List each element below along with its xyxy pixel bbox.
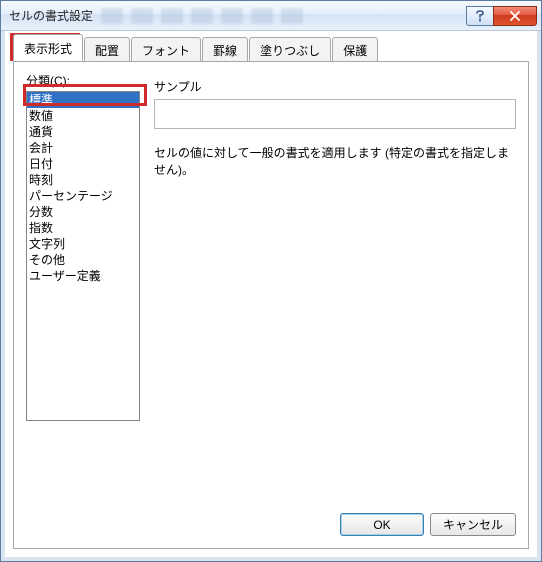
category-label: 分類(C):	[26, 72, 140, 89]
category-column: 分類(C): 標準 数値 通貨 会計 日付 時刻 パーセンテージ 分数 指数 文…	[26, 72, 140, 503]
tab-fill[interactable]: 塗りつぶし	[249, 37, 331, 62]
category-item-percentage[interactable]: パーセンテージ	[27, 188, 139, 204]
sample-preview	[154, 99, 516, 129]
tab-font[interactable]: フォント	[131, 37, 201, 62]
dialog-footer: OK キャンセル	[26, 503, 516, 536]
category-item-scientific[interactable]: 指数	[27, 220, 139, 236]
category-item-accounting[interactable]: 会計	[27, 140, 139, 156]
client-area: 表示形式 配置 フォント 罫線 塗りつぶし 保護 分類(C): 標準 数値 通貨…	[1, 31, 541, 561]
category-item-number[interactable]: 数値	[27, 108, 139, 124]
category-listbox[interactable]: 標準 数値 通貨 会計 日付 時刻 パーセンテージ 分数 指数 文字列 その他 …	[26, 91, 140, 421]
tab-number-format[interactable]: 表示形式	[13, 34, 83, 61]
category-item-date[interactable]: 日付	[27, 156, 139, 172]
cancel-button[interactable]: キャンセル	[430, 513, 516, 536]
category-item-fraction[interactable]: 分数	[27, 204, 139, 220]
window-title: セルの書式設定	[9, 7, 467, 24]
help-button[interactable]	[466, 6, 494, 26]
category-item-text[interactable]: 文字列	[27, 236, 139, 252]
category-item-currency[interactable]: 通貨	[27, 124, 139, 140]
tab-border[interactable]: 罫線	[202, 37, 248, 62]
tab-page: 分類(C): 標準 数値 通貨 会計 日付 時刻 パーセンテージ 分数 指数 文…	[13, 61, 529, 549]
help-icon	[475, 10, 485, 22]
window-buttons	[467, 6, 537, 26]
tab-protection[interactable]: 保護	[332, 37, 378, 62]
dialog-window: セルの書式設定 表示形式 配置 フォント 罫線 塗りつぶし	[0, 0, 542, 562]
content-row: 分類(C): 標準 数値 通貨 会計 日付 時刻 パーセンテージ 分数 指数 文…	[26, 72, 516, 503]
category-item-custom[interactable]: ユーザー定義	[27, 268, 139, 284]
category-item-standard[interactable]: 標準	[27, 92, 139, 108]
sample-label: サンプル	[154, 78, 516, 95]
tab-row: 表示形式 配置 フォント 罫線 塗りつぶし 保護	[13, 37, 529, 61]
close-icon	[509, 11, 521, 21]
detail-column: サンプル セルの値に対して一般の書式を適用します (特定の書式を指定しません)。	[154, 72, 516, 503]
title-bar: セルの書式設定	[1, 1, 541, 31]
category-item-time[interactable]: 時刻	[27, 172, 139, 188]
close-button[interactable]	[493, 6, 537, 26]
tab-alignment[interactable]: 配置	[84, 37, 130, 62]
format-description: セルの値に対して一般の書式を適用します (特定の書式を指定しません)。	[154, 145, 516, 179]
ok-button[interactable]: OK	[340, 513, 424, 536]
category-item-special[interactable]: その他	[27, 252, 139, 268]
